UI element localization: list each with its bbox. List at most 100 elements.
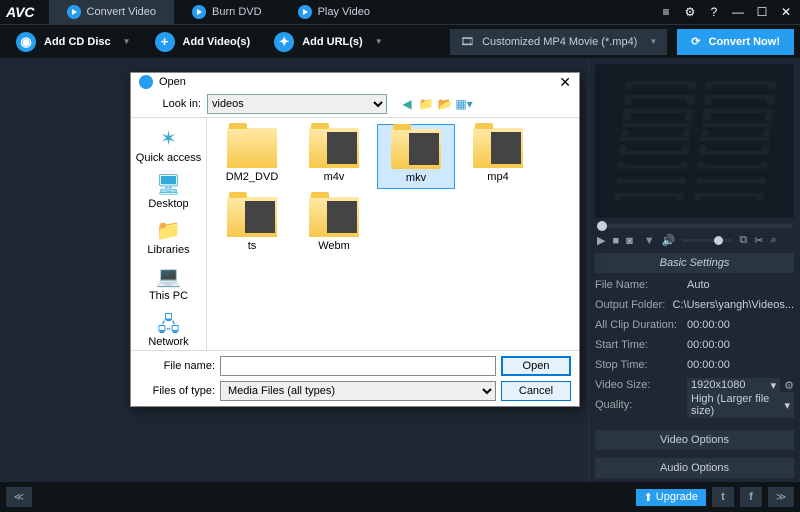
tab-label: Convert Video [87,6,157,18]
gear-icon[interactable]: ⚙ [784,379,794,392]
close-button[interactable]: ✕ [778,5,794,19]
new-folder-icon[interactable]: 📂 [437,96,453,112]
folder-item[interactable]: ts [213,193,291,256]
setting-row: Stop Time:00:00:00 [595,355,794,375]
quality-select[interactable]: High (Larger file size)▾ [687,392,794,418]
place-item[interactable]: 💻This PC [131,262,206,304]
place-item[interactable]: 🖥Desktop [131,170,206,212]
help-icon[interactable]: ? [706,5,722,19]
setting-value: C:\Users\yangh\Videos... [673,299,794,311]
title-bar: AVC Convert Video Burn DVD Play Video ≡ … [0,0,800,24]
profile-label: Customized MP4 Movie (*.mp4) [482,36,637,48]
video-options-button[interactable]: Video Options [595,430,794,450]
look-in-row: Look in: videos ◀ 📁 📂 ▦▾ [131,91,579,117]
up-folder-icon[interactable]: 📁 [418,96,434,112]
folder-item[interactable]: mp4 [459,124,537,189]
tab-convert-video[interactable]: Convert Video [49,0,175,24]
cut-icon[interactable]: ✂ [754,234,763,247]
app-logo: AVC [6,4,35,20]
folder-item[interactable]: DM2_DVD [213,124,291,189]
setting-label: File Name: [595,279,683,291]
look-in-label: Look in: [139,98,201,110]
folder-icon [227,128,277,168]
file-list[interactable]: DM2_DVD m4v mkv mp4 tsWebm [207,118,579,350]
place-icon: 📁 [155,218,183,242]
button-label: Add URL(s) [302,36,363,48]
maximize-button[interactable]: ☐ [754,5,770,19]
play-icon [298,5,312,19]
prev-page-button[interactable]: ≪ [6,487,32,507]
upgrade-button[interactable]: ⬆Upgrade [636,489,706,506]
minimize-button[interactable]: — [730,5,746,19]
filename-label: File name: [139,360,215,372]
view-menu-icon[interactable]: ▦▾ [456,96,472,112]
convert-now-button[interactable]: ⟳Convert Now! [677,29,794,55]
twitter-icon[interactable]: t [712,487,734,507]
dialog-close-button[interactable]: ✕ [559,74,571,91]
film-icon: 🎞 [460,35,474,48]
add-urls-button[interactable]: ✦Add URL(s)▼ [264,29,392,55]
setting-label: Output Folder: [595,299,669,311]
menu-icon[interactable]: ≡ [658,5,674,19]
setting-row: Output Folder: C:\Users\yangh\Videos... [595,295,794,315]
output-profile-select[interactable]: 🎞 Customized MP4 Movie (*.mp4) ▼ [450,29,667,55]
audio-options-button[interactable]: Audio Options [595,458,794,478]
chevron-down-icon: ▼ [123,37,131,46]
chevron-down-icon[interactable]: ▼ [644,235,655,247]
button-label: Add Video(s) [183,36,251,48]
volume-icon[interactable]: 🔊 [662,234,676,247]
place-label: This PC [149,290,188,302]
refresh-icon: ⟳ [691,35,700,48]
tab-burn-dvd[interactable]: Burn DVD [174,0,280,24]
play-icon [67,5,81,19]
snapshot-button[interactable]: ◙ [626,235,633,247]
folder-icon [391,129,441,169]
chevron-down-icon: ▼ [649,37,657,46]
tab-play-video[interactable]: Play Video [280,0,388,24]
folder-item[interactable]: Webm [295,193,373,256]
basic-settings: File Name:Auto Output Folder: C:\Users\yan… [589,273,800,417]
setting-row: Start Time:00:00:00 [595,335,794,355]
facebook-icon[interactable]: f [740,487,762,507]
video-size-select[interactable]: 1920x1080▾ [687,378,780,393]
dialog-footer: File name: Open Files of type: Media Fil… [131,350,579,406]
filmstrip-decoration [595,64,794,218]
plus-icon: + [155,32,175,52]
filename-input[interactable] [220,356,496,376]
setting-row: File Name:Auto [595,275,794,295]
next-page-button[interactable]: ≫ [768,487,794,507]
filetype-select[interactable]: Media Files (all types) [220,381,496,401]
app-icon [139,75,153,89]
stop-button[interactable]: ■ [612,235,619,247]
place-item[interactable]: 📁Libraries [131,216,206,258]
folder-icon [309,197,359,237]
expand-icon[interactable]: ⌕ [770,234,776,247]
cancel-button[interactable]: Cancel [501,381,571,401]
seek-slider[interactable] [597,224,792,228]
link-icon[interactable]: ⧉ [739,234,747,247]
add-cd-disc-button[interactable]: ◉Add CD Disc▼ [6,29,141,55]
add-videos-button[interactable]: + Add Video(s) [145,29,261,55]
place-label: Desktop [148,198,188,210]
mode-tabs: Convert Video Burn DVD Play Video [49,0,388,24]
folder-item[interactable]: m4v [295,124,373,189]
filetype-label: Files of type: [139,385,215,397]
folder-label: m4v [324,171,345,183]
button-label: Add CD Disc [44,36,111,48]
folder-icon [309,128,359,168]
back-icon[interactable]: ◀ [399,96,415,112]
folder-item[interactable]: mkv [377,124,455,189]
open-button[interactable]: Open [501,356,571,376]
gear-icon[interactable]: ⚙ [682,5,698,19]
folder-label: mp4 [487,171,508,183]
place-item[interactable]: ✶Quick access [131,124,206,166]
place-icon: 🖧 [155,310,183,334]
play-button[interactable]: ▶ [597,234,605,247]
look-in-select[interactable]: videos [207,94,387,114]
folder-label: mkv [406,172,426,184]
place-item[interactable]: 🖧Network [131,308,206,350]
volume-slider[interactable] [682,239,732,242]
setting-label: Quality: [595,399,683,411]
folder-icon [473,128,523,168]
tab-label: Burn DVD [212,6,262,18]
